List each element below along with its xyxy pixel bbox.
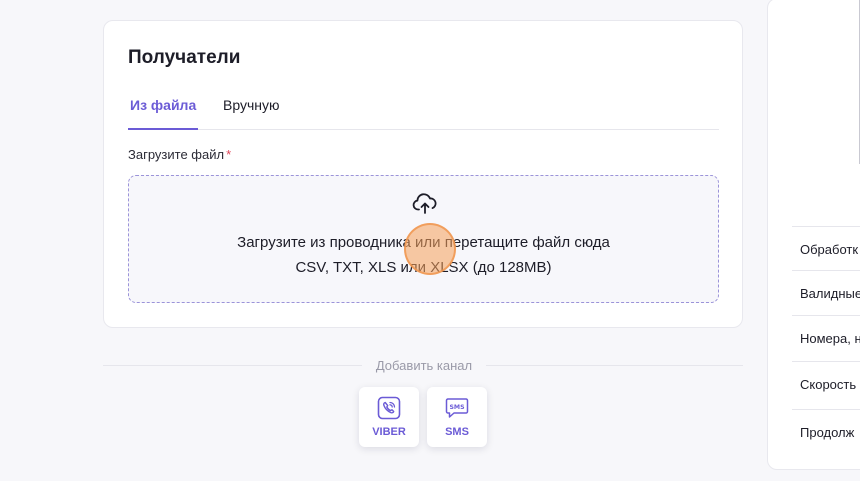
summary-panel: Обработк Валидные Номера, н Скорость Про… — [767, 0, 860, 470]
metric-processing: Обработк — [792, 226, 860, 272]
metric-duration: Продолж — [792, 409, 860, 455]
recipients-tabs: Из файла Вручную — [128, 89, 719, 130]
recipients-title: Получатели — [128, 47, 241, 68]
sms-icon: SMS — [445, 398, 469, 418]
required-marker: * — [226, 147, 232, 162]
svg-text:SMS: SMS — [449, 404, 464, 411]
metric-speed: Скорость — [792, 361, 860, 407]
add-viber-button[interactable]: VIBER — [359, 387, 419, 447]
viber-label: VIBER — [372, 426, 406, 438]
viber-icon — [377, 396, 401, 420]
tab-from-file[interactable]: Из файла — [128, 97, 199, 130]
sms-label: SMS — [445, 426, 469, 438]
upload-file-label-text: Загрузите файл — [128, 147, 225, 162]
add-sms-button[interactable]: SMS SMS — [427, 387, 487, 447]
recipients-card: Получатели Из файла Вручную Загрузите фа… — [103, 20, 743, 328]
add-channel-label-wrap: Добавить канал — [0, 357, 860, 375]
file-dropzone[interactable]: Загрузите из проводника или перетащите ф… — [128, 175, 719, 303]
tab-manual[interactable]: Вручную — [223, 97, 280, 113]
metric-numbers: Номера, н — [792, 315, 860, 361]
metric-valid: Валидные — [792, 270, 860, 316]
add-channel-divider — [103, 365, 743, 366]
dropzone-formats: CSV, TXT, XLS или XLSX (до 128MB) — [295, 259, 552, 276]
upload-file-label: Загрузите файл * — [128, 147, 231, 162]
cloud-upload-icon — [412, 193, 437, 214]
dropzone-instruction: Загрузите из проводника или перетащите ф… — [237, 234, 610, 251]
